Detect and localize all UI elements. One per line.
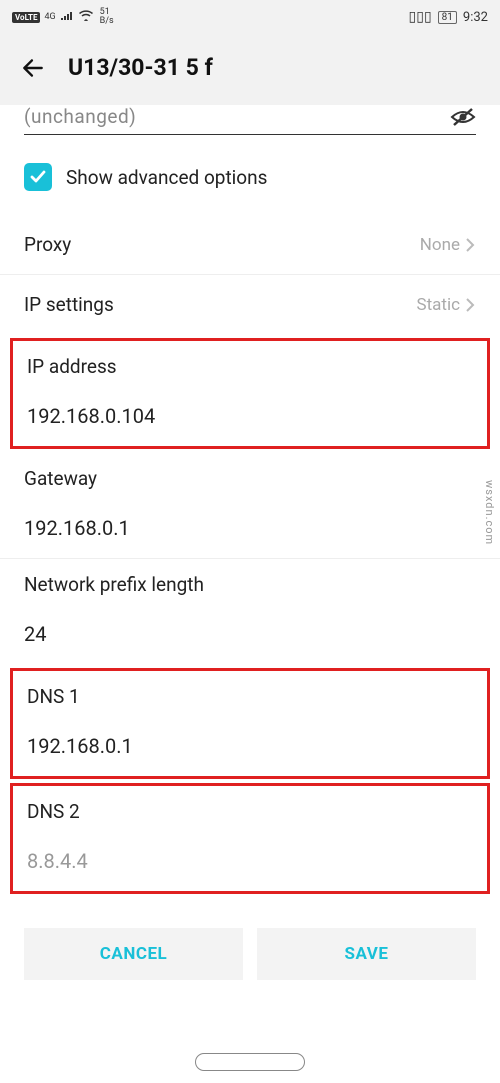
chevron-right-icon — [464, 237, 476, 253]
back-icon[interactable] — [20, 55, 46, 81]
header-bar: U13/30-31 5 f — [0, 34, 500, 105]
dns1-field[interactable]: DNS 1 192.168.0.1 — [10, 668, 490, 779]
ip-address-label: IP address — [27, 355, 473, 378]
watermark: wsxdn.com — [483, 480, 496, 545]
wifi-icon — [78, 9, 94, 25]
nav-bar — [0, 1053, 500, 1071]
data-speed: 51 B/s — [100, 8, 114, 26]
page-title: U13/30-31 5 f — [68, 54, 213, 81]
gateway-value: 192.168.0.1 — [24, 516, 476, 540]
network-gen: 4G — [44, 13, 55, 22]
gateway-label: Gateway — [24, 467, 476, 490]
proxy-value: None — [420, 235, 460, 255]
checkbox-checked-icon[interactable] — [24, 163, 52, 191]
dns2-value: 8.8.4.4 — [27, 849, 473, 873]
password-value: (unchanged) — [24, 105, 136, 128]
ip-settings-value-wrap: Static — [417, 295, 477, 315]
advanced-options-row[interactable]: Show advanced options — [0, 153, 500, 215]
dns2-label: DNS 2 — [27, 800, 473, 823]
dns1-value: 192.168.0.1 — [27, 734, 473, 758]
ip-settings-row[interactable]: IP settings Static — [0, 275, 500, 334]
cancel-button[interactable]: CANCEL — [24, 928, 243, 980]
ip-address-field[interactable]: IP address 192.168.0.104 — [10, 338, 490, 449]
vibrate-icon: ▯▯▯ — [409, 9, 432, 25]
prefix-length-value: 24 — [24, 622, 476, 646]
password-field[interactable]: (unchanged) — [24, 105, 476, 135]
proxy-row[interactable]: Proxy None — [0, 215, 500, 275]
advanced-options-label: Show advanced options — [66, 166, 267, 189]
proxy-label: Proxy — [24, 233, 71, 256]
save-button[interactable]: SAVE — [257, 928, 476, 980]
content: (unchanged) Show advanced options Proxy … — [0, 105, 500, 980]
ip-address-value: 192.168.0.104 — [27, 404, 473, 428]
dns2-field[interactable]: DNS 2 8.8.4.4 — [10, 783, 490, 894]
status-bar: VoLTE 4G 51 B/s ▯▯▯ 81 9:32 — [0, 0, 500, 34]
clock: 9:32 — [463, 10, 488, 25]
prefix-length-field[interactable]: Network prefix length 24 — [0, 559, 500, 664]
battery-icon: 81 — [438, 11, 457, 24]
prefix-length-label: Network prefix length — [24, 573, 476, 596]
volte-badge: VoLTE — [12, 12, 40, 23]
ip-settings-value: Static — [417, 295, 461, 315]
proxy-value-wrap: None — [420, 235, 476, 255]
nav-pill-icon[interactable] — [195, 1053, 305, 1071]
status-left: VoLTE 4G 51 B/s — [12, 8, 114, 26]
chevron-right-icon — [464, 297, 476, 313]
dns1-label: DNS 1 — [27, 685, 473, 708]
ip-settings-label: IP settings — [24, 293, 114, 316]
signal-icon — [60, 9, 74, 25]
button-row: CANCEL SAVE — [0, 898, 500, 980]
eye-off-icon[interactable] — [450, 107, 476, 127]
gateway-field[interactable]: Gateway 192.168.0.1 — [0, 453, 500, 559]
status-right: ▯▯▯ 81 9:32 — [409, 9, 488, 25]
